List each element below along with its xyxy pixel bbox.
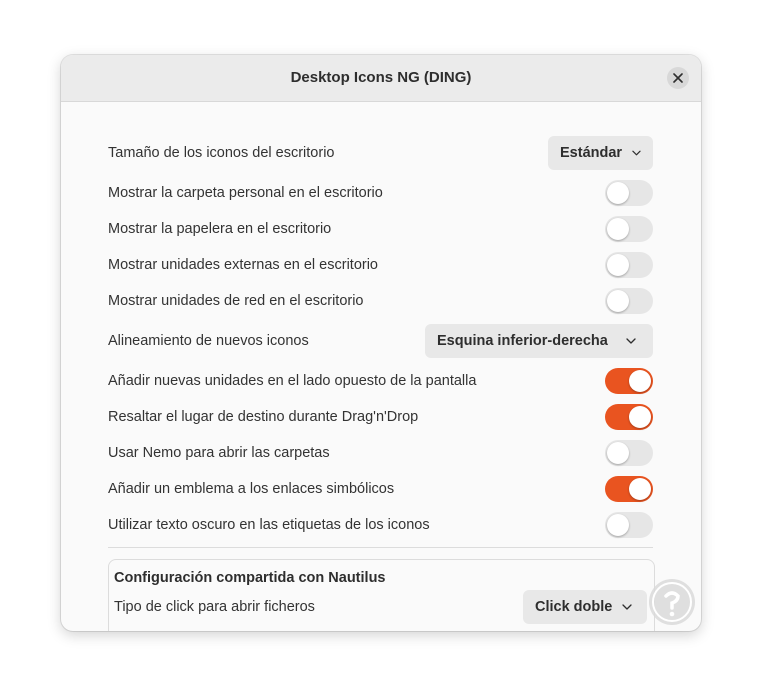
chevron-down-icon (626, 338, 636, 344)
show-network-toggle[interactable] (605, 288, 653, 314)
alignment-dropdown[interactable]: Esquina inferior-derecha (425, 324, 653, 358)
show-home-toggle[interactable] (605, 180, 653, 206)
setting-label: Mostrar unidades externas en el escritor… (108, 257, 378, 273)
separator (108, 547, 653, 548)
emblem-links-toggle[interactable] (605, 476, 653, 502)
show-trash-toggle[interactable] (605, 216, 653, 242)
group-title: Configuración compartida con Nautilus (114, 570, 386, 586)
setting-label: Resaltar el lugar de destino durante Dra… (108, 409, 419, 425)
dropdown-value: Esquina inferior-derecha (437, 333, 608, 349)
preferences-window: Desktop Icons NG (DING) Tamaño de los ic… (61, 55, 701, 631)
use-nemo-toggle[interactable] (605, 440, 653, 466)
setting-label: Usar Nemo para abrir las carpetas (108, 445, 330, 461)
toggle-knob (607, 514, 629, 536)
setting-click-type: Tipo de click para abrir ficheros Click … (114, 590, 647, 624)
toggle-knob (607, 442, 629, 464)
setting-highlight-drop: Resaltar el lugar de destino durante Dra… (108, 399, 653, 435)
icon-size-dropdown[interactable]: Estándar (548, 136, 653, 170)
toggle-knob (607, 290, 629, 312)
setting-icon-size: Tamaño de los iconos del escritorio Está… (108, 135, 653, 171)
setting-show-trash: Mostrar la papelera en el escritorio (108, 211, 653, 247)
setting-emblem-links: Añadir un emblema a los enlaces simbólic… (108, 471, 653, 507)
setting-label: Mostrar la papelera en el escritorio (108, 221, 332, 237)
setting-label: Tipo de click para abrir ficheros (114, 599, 315, 615)
setting-alignment: Alineamiento de nuevos iconos Esquina in… (108, 323, 653, 359)
setting-show-home: Mostrar la carpeta personal en el escrit… (108, 175, 653, 211)
nautilus-settings-group: Configuración compartida con Nautilus Ti… (108, 559, 655, 631)
chevron-down-icon (622, 604, 633, 610)
window-title: Desktop Icons NG (DING) (290, 69, 472, 86)
setting-dark-text: Utilizar texto oscuro en las etiquetas d… (108, 507, 653, 543)
setting-show-network: Mostrar unidades de red en el escritorio (108, 283, 653, 319)
toggle-knob (607, 254, 629, 276)
setting-label: Añadir nuevas unidades en el lado opuest… (108, 373, 477, 389)
setting-show-external: Mostrar unidades externas en el escritor… (108, 247, 653, 283)
close-icon (673, 73, 683, 83)
titlebar: Desktop Icons NG (DING) (61, 55, 701, 102)
setting-label: Alineamiento de nuevos iconos (108, 333, 309, 349)
dropdown-value: Estándar (560, 145, 623, 161)
setting-label: Mostrar unidades de red en el escritorio (108, 293, 364, 309)
toggle-knob (629, 478, 651, 500)
setting-label: Utilizar texto oscuro en las etiquetas d… (108, 517, 430, 533)
close-button[interactable] (667, 67, 689, 89)
toggle-knob (607, 218, 629, 240)
toggle-knob (629, 370, 651, 392)
dark-text-toggle[interactable] (605, 512, 653, 538)
chevron-down-icon (632, 150, 641, 156)
click-type-dropdown[interactable]: Click doble (523, 590, 647, 624)
toggle-knob (629, 406, 651, 428)
toggle-knob (607, 182, 629, 204)
watermark-logo-icon (649, 579, 695, 625)
setting-label: Añadir un emblema a los enlaces simbólic… (108, 481, 395, 497)
setting-use-nemo: Usar Nemo para abrir las carpetas (108, 435, 653, 471)
setting-label: Mostrar la carpeta personal en el escrit… (108, 185, 383, 201)
dropdown-value: Click doble (535, 599, 613, 615)
setting-add-opposite: Añadir nuevas unidades en el lado opuest… (108, 363, 653, 399)
setting-label: Tamaño de los iconos del escritorio (108, 145, 335, 161)
highlight-drop-toggle[interactable] (605, 404, 653, 430)
add-opposite-toggle[interactable] (605, 368, 653, 394)
show-external-toggle[interactable] (605, 252, 653, 278)
